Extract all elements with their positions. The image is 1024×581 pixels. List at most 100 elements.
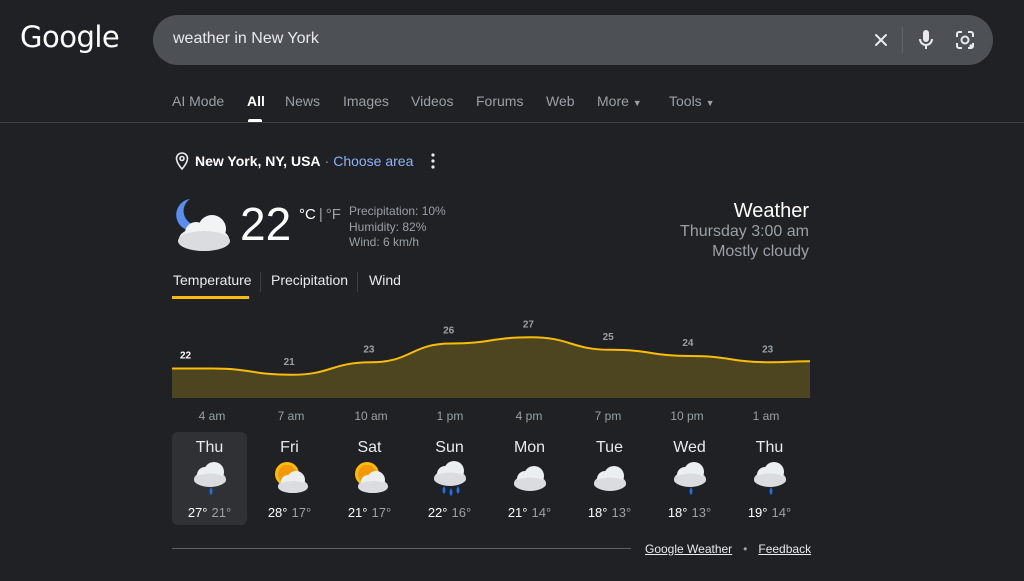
sun-cloud-icon	[275, 462, 308, 493]
tab-temperature[interactable]: Temperature	[173, 272, 252, 288]
cloud-icon	[514, 466, 546, 491]
tab-more-label: More	[597, 93, 629, 109]
tab-tools-label: Tools	[669, 93, 702, 109]
cloud-icon	[594, 466, 626, 491]
hour-label: 4 am	[198, 409, 226, 423]
tab-web[interactable]: Web	[546, 93, 575, 109]
weather-condition: Mostly cloudy	[712, 243, 809, 260]
forecast-day-7[interactable]: Thu 19° 14°	[732, 432, 807, 525]
tab-images[interactable]: Images	[343, 93, 389, 109]
search-input[interactable]: weather in New York	[173, 30, 319, 48]
low-temp: 14°	[771, 505, 792, 520]
humidity-value: Humidity: 82%	[349, 219, 427, 234]
forecast-day-0[interactable]: Thu 27° 21°	[172, 432, 247, 525]
clear-icon[interactable]	[869, 28, 893, 52]
day-name: Thu	[195, 439, 224, 456]
day-temps: 21° 14°	[492, 505, 567, 520]
forecast-day-4[interactable]: Mon 21° 14°	[492, 432, 567, 525]
day-name: Tue	[596, 439, 623, 456]
day-temps: 27° 21°	[172, 505, 247, 520]
unit-switch: °C | °F	[299, 206, 341, 223]
footer-bullet: •	[743, 542, 748, 556]
celsius-toggle[interactable]: °C	[299, 206, 316, 223]
location-pin-icon	[175, 152, 189, 170]
high-temp: 21°	[507, 505, 528, 520]
tab-videos[interactable]: Videos	[411, 93, 454, 109]
temperature-label: 21	[284, 357, 296, 368]
hour-label: 7 am	[277, 409, 305, 423]
forecast-day-3[interactable]: Sun 22° 16°	[412, 432, 487, 525]
tab-precipitation[interactable]: Precipitation	[271, 272, 348, 288]
tab-news[interactable]: News	[285, 93, 320, 109]
hour-label: 1 am	[752, 409, 780, 423]
weather-time: Thursday 3:00 am	[680, 223, 809, 240]
tab-ai-mode[interactable]: AI Mode	[172, 93, 224, 109]
feedback-link[interactable]: Feedback	[758, 542, 811, 556]
temperature-label: 25	[603, 332, 615, 343]
hour-label: 10 am	[354, 409, 388, 423]
cloud-heavy-rain-icon	[434, 461, 466, 496]
tab-wind[interactable]: Wind	[369, 272, 401, 288]
temperature-label: 24	[682, 338, 694, 349]
tab-tools[interactable]: Tools ▼	[669, 93, 715, 109]
temperature-label: 27	[523, 319, 535, 330]
forecast-day-6[interactable]: Wed 18° 13°	[652, 432, 727, 525]
cloud-rain-icon	[194, 462, 226, 495]
header-divider	[0, 122, 1024, 123]
hour-label: 7 pm	[594, 409, 622, 423]
location-separator: ·	[324, 153, 330, 169]
day-name: Thu	[755, 439, 784, 456]
sun-cloud-icon	[355, 462, 388, 493]
tab-more[interactable]: More ▼	[597, 93, 642, 109]
forecast-day-1[interactable]: Fri 28° 17°	[252, 432, 327, 525]
location-row: New York, NY, USA · Choose area	[175, 151, 413, 171]
tab-all[interactable]: All	[247, 93, 265, 109]
temperature-area	[172, 337, 810, 398]
day-temps: 28° 17°	[252, 505, 327, 520]
high-temp: 27°	[187, 505, 208, 520]
day-name: Sun	[435, 439, 464, 456]
footer: Google Weather • Feedback	[645, 542, 811, 556]
day-name: Sat	[357, 439, 382, 456]
google-weather-link[interactable]: Google Weather	[645, 542, 732, 556]
hour-label: 1 pm	[436, 409, 464, 423]
moon-cloud-icon	[176, 199, 230, 251]
weather-details: Precipitation: 10% Humidity: 82% Wind: 6…	[349, 204, 446, 251]
camera-lens-icon[interactable]	[953, 28, 977, 52]
temperature-chart: 22 21 23 26 27 25 24 23	[172, 319, 810, 398]
forecast-day-2[interactable]: Sat 21° 17°	[332, 432, 407, 525]
temperature-label: 26	[443, 326, 455, 337]
low-temp: 13°	[691, 505, 712, 520]
day-temps: 18° 13°	[652, 505, 727, 520]
footer-divider	[172, 548, 631, 549]
tab-forums[interactable]: Forums	[476, 93, 523, 109]
low-temp: 17°	[371, 505, 392, 520]
current-temperature: 22	[240, 198, 292, 250]
high-temp: 28°	[267, 505, 288, 520]
low-temp: 13°	[611, 505, 632, 520]
day-temps: 18° 13°	[572, 505, 647, 520]
temperature-label: 23	[762, 344, 774, 355]
high-temp: 19°	[747, 505, 768, 520]
fahrenheit-toggle[interactable]: °F	[326, 206, 341, 223]
day-temps: 21° 17°	[332, 505, 407, 520]
microphone-icon[interactable]	[914, 28, 938, 52]
search-divider	[902, 27, 903, 53]
weather-title: Weather	[733, 200, 809, 222]
more-options-icon[interactable]	[428, 152, 438, 170]
high-temp: 22°	[427, 505, 448, 520]
search-box[interactable]: weather in New York	[153, 15, 993, 65]
day-name: Wed	[673, 439, 706, 456]
cloud-rain-icon	[674, 462, 706, 495]
google-logo[interactable]: Google	[20, 20, 120, 54]
high-temp: 18°	[587, 505, 608, 520]
forecast-day-5[interactable]: Tue 18° 13°	[572, 432, 647, 525]
day-name: Mon	[513, 439, 546, 456]
caret-down-icon: ▼	[632, 98, 642, 108]
hour-label: 4 pm	[515, 409, 543, 423]
high-temp: 18°	[667, 505, 688, 520]
low-temp: 21°	[211, 505, 232, 520]
choose-area-link[interactable]: Choose area	[333, 153, 413, 169]
day-name: Fri	[280, 439, 299, 456]
chart-tab-indicator	[172, 296, 249, 299]
